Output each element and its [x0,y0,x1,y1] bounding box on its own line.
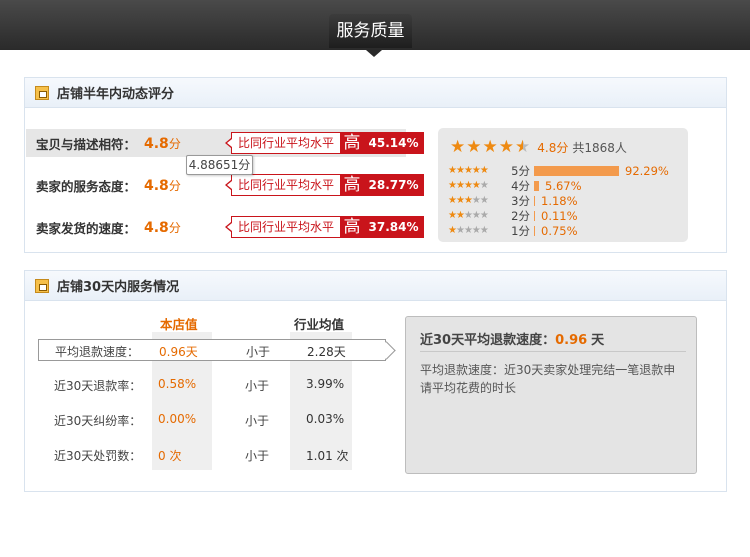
rating-score: 4.8分 [144,135,181,152]
distribution-label: 4分 [511,178,530,193]
mini-stars-icon: ★★★★★ [448,180,489,191]
distribution-bar [534,195,535,206]
star-icon: ★ [450,137,466,157]
compare-badge: 比同行业平均水平 高 45.14% [225,132,424,154]
distribution-label: 5分 [511,163,530,178]
distribution-percent: 5.67% [545,178,582,193]
distribution-label: 1分 [511,223,530,238]
rating-row-service[interactable]: 卖家的服务态度： 4.8分 比同行业平均水平 高 28.77% [26,171,424,199]
compare-badge: 比同行业平均水平 高 37.84% [225,216,424,238]
distribution-percent: 0.75% [541,223,578,238]
distribution-percent: 92.29% [625,163,669,178]
compare-badge: 比同行业平均水平 高 28.77% [225,174,424,196]
compare-arrow-icon [225,180,232,190]
service-row-refund-speed[interactable]: 平均退款速度： 0.96天 小于 2.28天 [38,339,386,361]
mini-stars-icon: ★★★★★ [448,165,489,176]
detail-description: 平均退款速度：近30天卖家处理完结一笔退款申请平均花费的时长 [420,363,676,395]
distribution-score: 4.8分 [537,140,569,155]
distribution-bar [534,165,619,176]
divider [420,351,686,352]
service-panel-header: 店铺30天内服务情况 [25,271,726,301]
service-panel-title: 店铺30天内服务情况 [57,280,180,295]
detail-title: 近30天平均退款速度：0.96 天 [420,333,605,348]
star-icon: ★ [482,137,498,157]
distribution-label: 3分 [511,193,530,208]
distribution-bar [534,225,535,236]
rating-label: 宝贝与描述相符： [35,136,136,152]
distribution-bar [534,180,539,191]
rating-row-description[interactable]: 宝贝与描述相符： 4.8分 比同行业平均水平 高 45.14% [26,129,424,157]
half-star-icon: ★ [515,137,531,157]
distribution-label: 2分 [511,208,530,223]
distribution-people: 共1868人 [572,140,627,155]
rating-score: 4.8分 [144,177,181,194]
compare-arrow-icon [225,138,232,148]
distribution-row: ★★★★★ 3分 1.18% [448,193,578,208]
page-title: 服务质量 [329,14,412,48]
store-column-header: 本店值 [160,317,198,332]
star-icon: ★ [498,137,514,157]
service-row-penalties[interactable]: 近30天处罚数： 0 次 小于 1.01 次 [38,444,386,466]
distribution-header: ★ ★ ★ ★ ★ 4.8分 共1868人 [450,138,627,156]
calendar-icon [35,85,49,100]
mini-stars-icon: ★★★★★ [448,210,489,221]
distribution-percent: 0.11% [541,208,578,223]
rating-label: 卖家的服务态度： [35,178,136,194]
distribution-percent: 1.18% [541,193,578,208]
service-row-dispute-rate[interactable]: 近30天纠纷率： 0.00% 小于 0.03% [38,409,386,431]
rating-panel-header: 店铺半年内动态评分 [25,78,726,108]
score-tooltip: 4.88651分 [186,155,253,175]
distribution-row: ★★★★★ 2分 0.11% [448,208,578,223]
service-row-refund-rate[interactable]: 近30天退款率： 0.58% 小于 3.99% [38,374,386,396]
mini-stars-icon: ★★★★★ [448,195,489,206]
compare-arrow-icon [225,222,232,232]
calendar-icon [35,278,49,293]
rating-row-shipping[interactable]: 卖家发货的速度： 4.8分 比同行业平均水平 高 37.84% [26,213,424,241]
refund-detail-box: 近30天平均退款速度：0.96 天 平均退款速度：近30天卖家处理完结一笔退款申请… [405,316,697,474]
rating-label: 卖家发货的速度： [35,220,136,236]
industry-column-header: 行业均值 [294,317,345,332]
star-icon: ★ [466,137,482,157]
distribution-row: ★★★★★ 4分 5.67% [448,178,582,193]
rating-panel-title: 店铺半年内动态评分 [57,87,175,102]
rating-score: 4.8分 [144,219,181,236]
distribution-bar [534,210,535,221]
distribution-row: ★★★★★ 1分 0.75% [448,223,578,238]
mini-stars-icon: ★★★★★ [448,225,489,236]
banner-notch [366,50,382,57]
distribution-row: ★★★★★ 5分 92.29% [448,163,669,178]
rating-distribution: ★ ★ ★ ★ ★ 4.8分 共1868人 ★★★★★ 5分 92.29% ★★★★★… [438,128,688,242]
